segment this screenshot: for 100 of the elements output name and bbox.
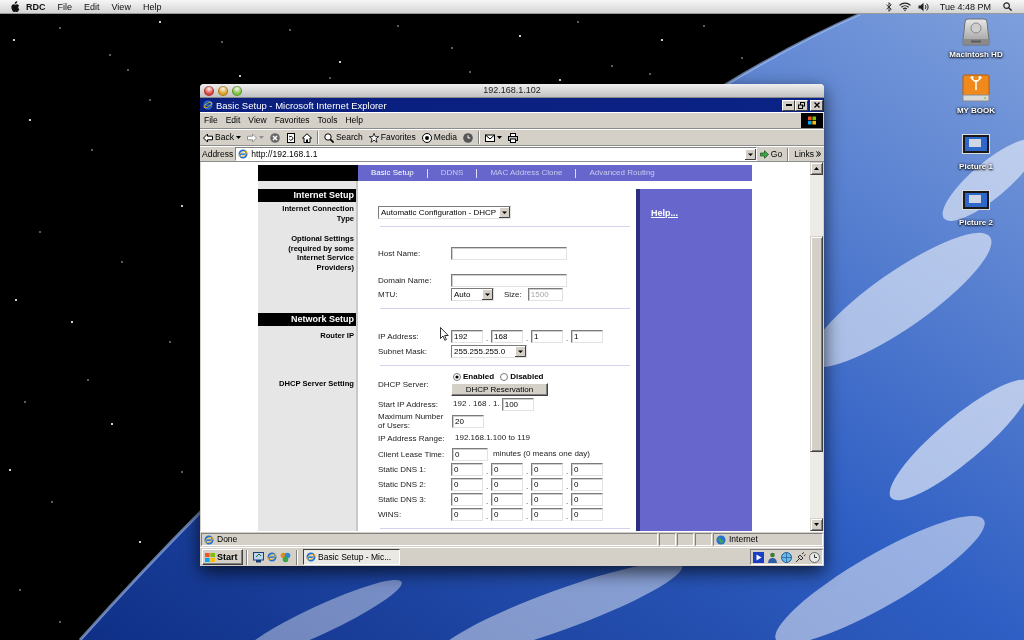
- minimize-button[interactable]: [782, 99, 795, 111]
- ip-octet-input[interactable]: 192: [451, 330, 483, 343]
- ip-octet-input[interactable]: 0: [571, 508, 603, 521]
- browser-logo-icon: [203, 100, 213, 110]
- caret-down-icon: [235, 136, 241, 139]
- scroll-down-button[interactable]: [810, 518, 823, 531]
- scrollbar-thumb[interactable]: [810, 236, 823, 452]
- search-icon[interactable]: [1003, 2, 1012, 11]
- dropdown-select[interactable]: Auto: [451, 288, 494, 301]
- menu-item[interactable]: File: [200, 115, 222, 126]
- menu-item[interactable]: Favorites: [270, 115, 314, 126]
- person-icon[interactable]: [767, 551, 778, 563]
- value-text: 192.168.1.100 to 119: [455, 433, 531, 443]
- restore-icon: [798, 101, 805, 109]
- ip-octet-input[interactable]: 100: [501, 397, 534, 411]
- minimize-icon: [785, 104, 792, 106]
- ip-octet-input[interactable]: 0: [451, 508, 483, 521]
- ip-octet-input[interactable]: 0: [491, 478, 523, 491]
- ip-octet-input[interactable]: 0: [531, 463, 563, 476]
- apple-icon[interactable]: [11, 1, 20, 12]
- go-button[interactable]: Go: [756, 147, 786, 161]
- menu-item[interactable]: Tools: [313, 115, 342, 126]
- dot-separator: .: [564, 512, 570, 522]
- links-button[interactable]: Links: [791, 147, 824, 161]
- toolbar-button[interactable]: Back: [200, 130, 244, 145]
- toolbar-button[interactable]: Search: [320, 130, 366, 145]
- text-input[interactable]: [451, 273, 567, 287]
- star-icon: [368, 132, 379, 143]
- browser-logo-icon[interactable]: [267, 552, 277, 562]
- refresh-icon: [285, 132, 296, 143]
- field-label: Maximum Number of Users:: [378, 412, 444, 430]
- field-label: Static DNS 1:: [378, 465, 426, 474]
- status-pane: [677, 533, 694, 546]
- ip-octet-input[interactable]: 1: [571, 330, 603, 343]
- speaker-icon[interactable]: [917, 1, 930, 12]
- reservation-button[interactable]: DHCP Reservation: [451, 383, 548, 396]
- ip-octet-input[interactable]: 0: [571, 463, 603, 476]
- restore-button[interactable]: [795, 99, 808, 111]
- radio-option[interactable]: Disabled: [500, 372, 544, 382]
- ip-octet-input[interactable]: 0: [491, 463, 523, 476]
- ip-octet-input[interactable]: 168: [491, 330, 523, 343]
- dropdown-select[interactable]: 255.255.255.0: [451, 345, 527, 358]
- text-input[interactable]: [451, 246, 567, 260]
- address-field[interactable]: http://192.168.1.1: [235, 147, 757, 161]
- menu-bar-clock[interactable]: Tue 4:48 PM: [939, 0, 991, 13]
- close-button[interactable]: [810, 99, 823, 111]
- monitor-icon[interactable]: [253, 551, 264, 563]
- ip-octet-input[interactable]: 0: [531, 493, 563, 506]
- close-icon: [813, 102, 820, 108]
- clock-icon[interactable]: [809, 551, 820, 563]
- ip-octet-input[interactable]: 0: [491, 493, 523, 506]
- field-label: Subnet Mask:: [378, 347, 427, 356]
- bluetooth-icon[interactable]: [885, 1, 892, 12]
- go-arrow-icon: [759, 149, 769, 159]
- menu-item[interactable]: Help: [341, 115, 367, 126]
- ip-octet-input[interactable]: 0: [491, 508, 523, 521]
- dropdown-select[interactable]: Automatic Configuration - DHCP: [378, 206, 511, 219]
- menu-item[interactable]: View: [244, 115, 271, 126]
- globe-icon[interactable]: [781, 551, 792, 563]
- menu-item[interactable]: Help: [136, 0, 168, 13]
- field-label: Size:: [504, 289, 522, 300]
- stop-icon: [269, 132, 280, 143]
- plug-icon[interactable]: [795, 551, 806, 563]
- help-link[interactable]: Help...: [651, 208, 678, 219]
- toolbar-button[interactable]: Media: [418, 130, 460, 145]
- field-label: MTU:: [378, 290, 398, 299]
- envelope-icon: [484, 132, 495, 143]
- clock-icon: [462, 132, 473, 143]
- menu-item[interactable]: Edit: [78, 0, 106, 13]
- ip-octet-input[interactable]: 0: [451, 463, 483, 476]
- zoom-button[interactable]: [232, 85, 242, 96]
- toolbar-button[interactable]: Favorites: [365, 130, 419, 145]
- scroll-up-button[interactable]: [810, 162, 823, 175]
- dropdown-arrow-icon: [515, 346, 526, 357]
- ip-octet-input[interactable]: 0: [451, 493, 483, 506]
- wifi-icon[interactable]: [898, 2, 911, 11]
- taskbar-window-button[interactable]: Basic Setup - Mic...: [303, 549, 400, 565]
- menu-item[interactable]: Edit: [221, 115, 245, 126]
- app-menu[interactable]: RDC: [20, 0, 52, 13]
- menu-item[interactable]: View: [105, 0, 137, 13]
- start-button[interactable]: Start: [202, 549, 243, 565]
- number-input[interactable]: 0: [452, 447, 488, 461]
- number-input[interactable]: 20: [452, 414, 484, 428]
- nav-tab[interactable]: Basic Setup: [371, 168, 414, 178]
- picture-thumbnail-icon: [962, 134, 990, 154]
- ip-prefix-text: 192 . 168 . 1.: [453, 399, 500, 409]
- vertical-scrollbar[interactable]: [810, 162, 823, 531]
- menu-item[interactable]: File: [51, 0, 78, 13]
- flag-logo-icon: [801, 113, 823, 128]
- radio-option[interactable]: Enabled: [453, 372, 495, 382]
- hard-drive-icon: [962, 18, 990, 46]
- play-icon[interactable]: [753, 551, 764, 563]
- ip-octet-input[interactable]: 0: [531, 508, 563, 521]
- ip-octet-input[interactable]: 0: [571, 478, 603, 491]
- disc-icon: [421, 132, 432, 143]
- ip-octet-input[interactable]: 0: [531, 478, 563, 491]
- ip-octet-input[interactable]: 0: [571, 493, 603, 506]
- ip-octet-input[interactable]: 1: [531, 330, 563, 343]
- double-chevron-icon: [816, 151, 821, 157]
- ip-octet-input[interactable]: 0: [451, 478, 483, 491]
